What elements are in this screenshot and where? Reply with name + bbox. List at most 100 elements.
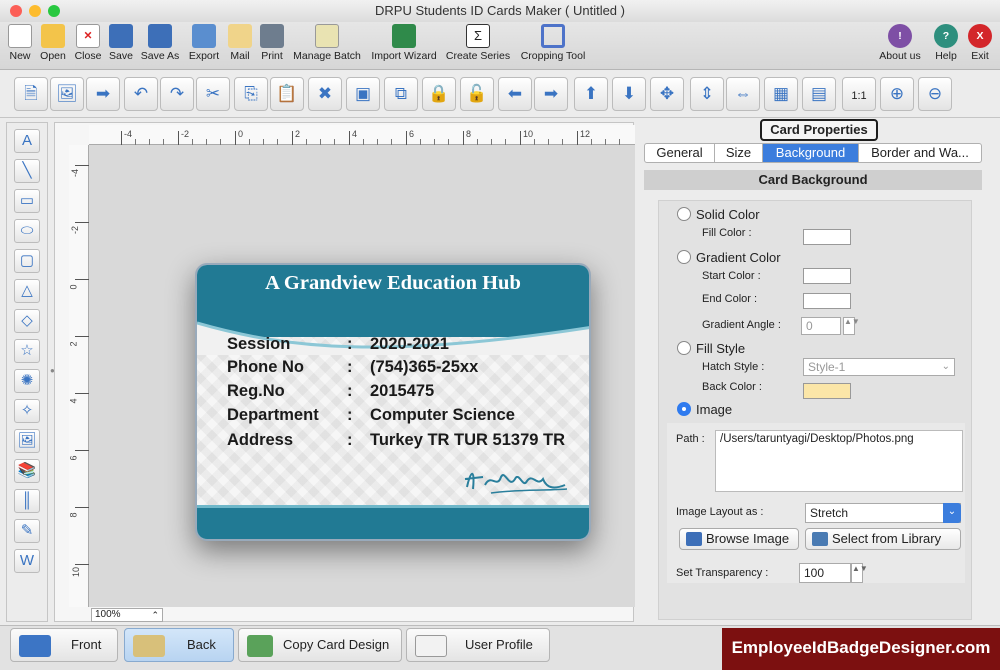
copy-button[interactable]: ⎘ <box>234 77 268 111</box>
move-left-button[interactable]: ⬅ <box>498 77 532 111</box>
field-label: Address <box>227 431 294 449</box>
minimize-window-icon[interactable] <box>29 5 41 17</box>
card-title[interactable]: A Grandview Education Hub <box>197 272 589 295</box>
actual-size-button[interactable]: 1:1 <box>842 77 876 111</box>
ruler-tick-label: 6 <box>409 129 415 139</box>
image-label: Image <box>696 402 733 417</box>
watermark-tool-button[interactable]: W <box>14 549 40 573</box>
image-radio[interactable] <box>677 402 691 416</box>
solid-color-label: Solid Color <box>696 207 760 222</box>
group-button[interactable]: ▣ <box>346 77 380 111</box>
exit-button[interactable]: X Exit <box>966 24 994 62</box>
center-button[interactable]: ✥ <box>650 77 684 111</box>
unlock-button[interactable]: 🔓 <box>460 77 494 111</box>
tab-general[interactable]: General <box>645 144 715 162</box>
lock-button[interactable]: 🔒 <box>422 77 456 111</box>
zoom-window-icon[interactable] <box>48 5 60 17</box>
transparency-stepper-icon[interactable]: ▲▼ <box>851 563 868 583</box>
library-tool-button[interactable]: 📚 <box>14 459 40 483</box>
zoom-out-button[interactable]: ⊖ <box>918 77 952 111</box>
tab-background[interactable]: Background <box>763 144 859 162</box>
text-tool-button[interactable]: A <box>14 129 40 153</box>
save-as-button[interactable]: Save As <box>139 24 181 62</box>
back-color-swatch[interactable] <box>803 383 851 399</box>
ungroup-button[interactable]: ⧉ <box>384 77 418 111</box>
move-up-button[interactable]: ⬆ <box>574 77 608 111</box>
back-button[interactable]: Back <box>124 628 234 662</box>
angle-stepper-icon[interactable]: ▲▼ <box>843 317 860 335</box>
fill-color-swatch[interactable] <box>803 229 851 245</box>
tab-border-and-watermark[interactable]: Border and Wa... <box>859 144 981 162</box>
front-button[interactable]: Front <box>10 628 118 662</box>
image-tool-button[interactable]: 🖼 <box>14 429 40 453</box>
start-color-swatch[interactable] <box>803 268 851 284</box>
properties-button[interactable]: 🗎 <box>14 77 48 111</box>
end-color-swatch[interactable] <box>803 293 851 309</box>
import-wizard-button[interactable]: Import Wizard <box>368 24 440 62</box>
zoom-select[interactable]: 100% ⌃ <box>91 608 163 622</box>
paste-button[interactable]: 📋 <box>270 77 304 111</box>
create-series-button[interactable]: Σ Create Series <box>444 24 512 62</box>
front-card-icon <box>19 635 51 657</box>
align-horizontal-button[interactable]: ⇔ <box>726 77 760 111</box>
zoom-in-button[interactable]: ⊕ <box>880 77 914 111</box>
image-layout-select[interactable]: Stretch ⌄ <box>805 503 961 523</box>
print-button[interactable]: Print <box>258 24 286 62</box>
image-edit-button[interactable]: 🖼 <box>50 77 84 111</box>
mail-icon <box>228 24 252 48</box>
about-us-button[interactable]: ! About us <box>876 24 924 62</box>
move-down-button[interactable]: ⬇ <box>612 77 646 111</box>
export-button[interactable]: Export <box>186 24 222 62</box>
tab-size[interactable]: Size <box>715 144 763 162</box>
diamond-tool-button[interactable]: ◇ <box>14 309 40 333</box>
cropping-tool-button[interactable]: Cropping Tool <box>517 24 589 62</box>
burst-tool-button[interactable]: ✺ <box>14 369 40 393</box>
id-card[interactable]: A Grandview Education Hub Session:2020-2… <box>195 263 591 541</box>
cross-star-tool-icon: ✧ <box>20 402 34 419</box>
cross-star-tool-button[interactable]: ✧ <box>14 399 40 423</box>
rounded-rectangle-tool-button[interactable]: ▢ <box>14 249 40 273</box>
new-button[interactable]: New <box>6 24 34 62</box>
info-icon: ! <box>888 24 912 48</box>
help-button[interactable]: ? Help <box>932 24 960 62</box>
star-tool-button[interactable]: ☆ <box>14 339 40 363</box>
grid-button[interactable]: ▦ <box>764 77 798 111</box>
save-button[interactable]: Save <box>107 24 135 62</box>
gradient-color-radio[interactable] <box>677 250 691 264</box>
open-button[interactable]: Open <box>38 24 68 62</box>
signature-image[interactable] <box>461 459 571 499</box>
ellipse-tool-button[interactable]: ⬭ <box>14 219 40 243</box>
ruler-tick-label: -4 <box>70 168 81 178</box>
field-label: Session <box>227 335 291 353</box>
user-profile-button[interactable]: User Profile <box>406 628 550 662</box>
close-button[interactable]: ✕ Close <box>72 24 104 62</box>
close-window-icon[interactable] <box>10 5 22 17</box>
hatch-style-select[interactable]: Style-1 ⌄ <box>803 358 955 376</box>
barcode-tool-button[interactable]: ║ <box>14 489 40 513</box>
export-image-button[interactable]: ➡ <box>86 77 120 111</box>
mail-button[interactable]: Mail <box>227 24 253 62</box>
solid-color-radio[interactable] <box>677 207 691 221</box>
design-canvas[interactable]: A Grandview Education Hub Session:2020-2… <box>89 145 635 607</box>
transparency-input[interactable]: 100 <box>799 563 851 583</box>
manage-batch-button[interactable]: Manage Batch <box>290 24 364 62</box>
move-right-button[interactable]: ➡ <box>534 77 568 111</box>
horizontal-ruler: -4 -2 0 2 4 6 8 10 12 <box>89 125 635 145</box>
signature-tool-button[interactable]: ✎ <box>14 519 40 543</box>
path-textarea[interactable]: /Users/taruntyagi/Desktop/Photos.png <box>715 430 963 492</box>
select-from-library-button[interactable]: Select from Library <box>805 528 961 550</box>
align-vertical-button[interactable]: ⇕ <box>690 77 724 111</box>
triangle-tool-button[interactable]: △ <box>14 279 40 303</box>
cut-button[interactable]: ✂ <box>196 77 230 111</box>
rectangle-tool-button[interactable]: ▭ <box>14 189 40 213</box>
gradient-angle-input[interactable]: 0 <box>801 317 841 335</box>
delete-button[interactable]: ✖ <box>308 77 342 111</box>
ruler-button[interactable]: ▤ <box>802 77 836 111</box>
browse-image-button[interactable]: Browse Image <box>679 528 799 550</box>
zoom-out-icon: ⊖ <box>927 84 943 103</box>
line-tool-button[interactable]: ╲ <box>14 159 40 183</box>
copy-card-design-button[interactable]: Copy Card Design <box>238 628 402 662</box>
undo-button[interactable]: ↶ <box>124 77 158 111</box>
redo-button[interactable]: ↷ <box>160 77 194 111</box>
fill-style-radio[interactable] <box>677 341 691 355</box>
